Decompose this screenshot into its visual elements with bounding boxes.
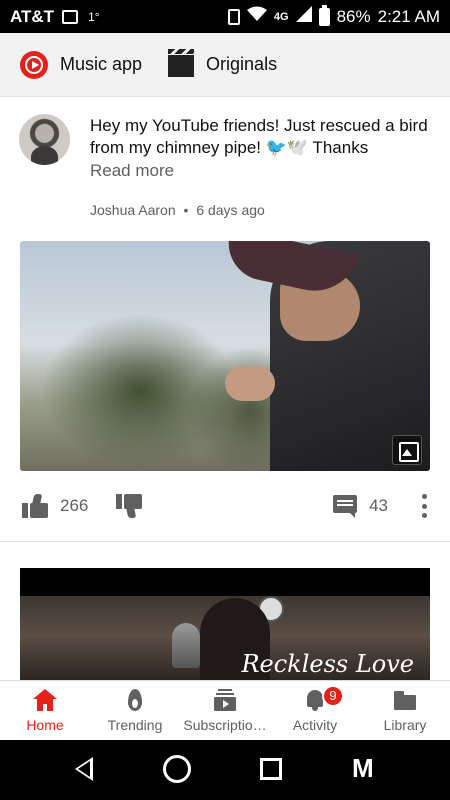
like-button[interactable]: 266 (22, 494, 88, 518)
comment-icon (333, 495, 358, 518)
status-icons: 4G 86% 2:21 AM (227, 4, 440, 27)
status-bar: AT&T 1° 4G 86% 2:21 AM (0, 0, 450, 33)
nav-library-label: Library (383, 716, 427, 733)
system-nav-bar: M (0, 740, 450, 800)
originals-label: Originals (206, 54, 278, 74)
bottom-nav: Home Trending Subscriptio… Activity Libr… (0, 680, 450, 740)
music-app-icon (20, 50, 48, 79)
music-app-label: Music app (60, 54, 143, 74)
subscriptions-icon (213, 688, 237, 711)
activity-badge: 9 (322, 685, 344, 707)
clock: 2:21 AM (377, 6, 440, 26)
vibrate-icon (227, 8, 240, 25)
nav-subscriptions[interactable]: Subscriptio… (180, 681, 270, 740)
more-options-icon[interactable] (420, 494, 428, 518)
image-hand (225, 366, 275, 401)
back-icon[interactable] (75, 757, 93, 781)
nav-trending-label: Trending (107, 716, 163, 733)
top-chips-bar: Music app Originals (0, 33, 450, 97)
signal-icon (295, 6, 312, 27)
post-age: 6 days ago (196, 202, 265, 218)
folder-icon (393, 689, 417, 711)
post-meta: Joshua Aaron • 6 days ago (90, 202, 265, 218)
home-button-icon[interactable] (163, 755, 191, 783)
recent-apps-icon[interactable] (260, 758, 282, 780)
nav-activity[interactable]: Activity (270, 681, 360, 740)
clapperboard-icon (168, 48, 195, 77)
flame-icon (123, 688, 147, 711)
nav-subscriptions-label: Subscriptio… (183, 716, 267, 733)
author-name[interactable]: Joshua Aaron (90, 202, 176, 218)
home-icon (33, 688, 57, 711)
post-text: Hey my YouTube friends! Just rescued a b… (90, 116, 428, 157)
screen: AT&T 1° 4G 86% 2:21 AM Music app Origina… (0, 0, 450, 800)
carrier-label: AT&T (10, 6, 55, 26)
meta-separator: • (183, 202, 189, 218)
dislike-button[interactable] (116, 494, 143, 518)
music-app-chip[interactable]: Music app (20, 50, 143, 79)
community-post: Hey my YouTube friends! Just rescued a b… (0, 97, 450, 542)
thumbs-down-icon (116, 494, 143, 518)
nav-library[interactable]: Library (360, 681, 450, 740)
post-image[interactable] (20, 241, 430, 471)
image-icon (392, 435, 422, 465)
post-actions: 266 43 (0, 483, 450, 529)
temperature-label: 1° (88, 9, 100, 24)
nav-activity-label: Activity (292, 716, 338, 733)
thumbs-up-icon (22, 494, 48, 518)
battery-icon (318, 4, 330, 26)
avatar[interactable] (19, 114, 70, 165)
video-thumbnail[interactable]: Reckless Love (20, 568, 430, 680)
nav-trending[interactable]: Trending (90, 681, 180, 740)
like-count: 266 (60, 496, 89, 515)
m-icon[interactable]: M (352, 753, 374, 784)
battery-percent: 86% (336, 6, 371, 26)
microphone-icon (172, 623, 200, 668)
wifi-icon (246, 6, 267, 27)
read-more-link[interactable]: Read more (90, 161, 174, 181)
originals-chip[interactable]: Originals (168, 48, 278, 77)
nav-home-label: Home (26, 716, 64, 733)
network-type-label: 4G (273, 10, 289, 23)
thumbnail-title-overlay: Reckless Love (241, 650, 414, 678)
comment-button[interactable]: 43 (333, 495, 388, 518)
comment-count: 43 (369, 496, 388, 515)
nav-home[interactable]: Home (0, 681, 90, 740)
image-notification-icon (62, 9, 79, 24)
